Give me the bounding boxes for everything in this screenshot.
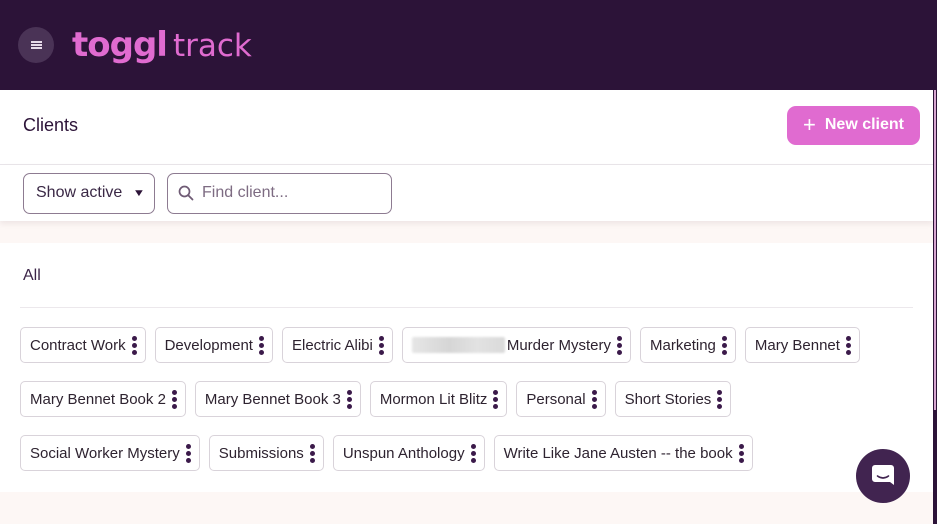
client-name: Mormon Lit Blitz	[379, 390, 488, 408]
more-options-icon[interactable]	[346, 389, 353, 409]
more-options-icon[interactable]	[845, 335, 852, 355]
client-chip[interactable]: Murder Mystery	[401, 327, 632, 363]
client-name: Mary Bennet Book 3	[204, 390, 341, 408]
clients-panel: All Contract Work Development Electric Ali…	[0, 243, 933, 492]
filter-bar: Show active ▼	[0, 165, 933, 221]
more-options-icon[interactable]	[591, 389, 598, 409]
client-name: Social Worker Mystery	[30, 444, 180, 462]
client-chip[interactable]: Electric Alibi	[281, 327, 393, 363]
client-chip[interactable]: Mary Bennet Book 3	[194, 381, 361, 417]
more-options-icon[interactable]	[717, 389, 723, 409]
client-name: Unspun Anthology	[342, 444, 465, 462]
client-name: Contract Work	[30, 336, 126, 354]
menu-button[interactable]	[18, 27, 54, 63]
client-chip[interactable]: Mary Bennet Book 2	[20, 381, 186, 417]
client-name: Marketing	[650, 336, 716, 354]
page-header: Clients + New client	[0, 90, 933, 165]
client-name: Submissions	[218, 444, 304, 462]
more-options-icon[interactable]	[309, 443, 316, 463]
more-options-icon[interactable]	[738, 443, 745, 463]
client-chip[interactable]: Mary Bennet	[744, 327, 860, 363]
more-options-icon[interactable]	[131, 335, 138, 355]
client-name: Mary Bennet	[754, 336, 840, 354]
more-options-icon[interactable]	[721, 335, 728, 355]
top-bar: toggl track	[0, 0, 933, 90]
more-options-icon[interactable]	[378, 335, 385, 355]
client-name: Write Like Jane Austen -- the book	[503, 444, 733, 462]
redacted-text	[411, 337, 505, 353]
client-chip[interactable]: Mormon Lit Blitz	[369, 381, 508, 417]
client-name: Mary Bennet Book 2	[30, 390, 166, 408]
scrollbar-thumb[interactable]	[934, 90, 936, 410]
plus-icon: +	[803, 112, 816, 137]
section-label: All	[23, 267, 41, 284]
client-chip[interactable]: Development	[154, 327, 273, 363]
client-chip[interactable]: Submissions	[208, 435, 324, 471]
client-chip[interactable]: Write Like Jane Austen -- the book	[493, 435, 753, 471]
client-name: Murder Mystery	[506, 336, 612, 354]
client-chip[interactable]: Marketing	[640, 327, 736, 363]
client-chip[interactable]: Short Stories	[614, 381, 732, 417]
page-title: Clients	[23, 115, 79, 135]
client-name: Electric Alibi	[291, 336, 373, 354]
chat-bubble-icon	[872, 465, 894, 485]
client-name: Short Stories	[624, 390, 712, 408]
more-options-icon[interactable]	[258, 335, 265, 355]
status-filter-select[interactable]: Show active ▼	[23, 172, 155, 214]
client-chip[interactable]: Contract Work	[20, 327, 146, 363]
chevron-down-icon: ▼	[132, 187, 146, 199]
more-options-icon[interactable]	[493, 389, 499, 409]
new-client-label: New client	[824, 116, 904, 133]
new-client-button[interactable]: + New client	[787, 105, 920, 145]
more-options-icon[interactable]	[185, 443, 192, 463]
client-list: Contract Work Development Electric Alibi Mu…	[20, 308, 920, 489]
scrollbar[interactable]	[933, 0, 937, 524]
client-chip[interactable]: Unspun Anthology	[332, 435, 485, 471]
logo-bold-text: toggl	[72, 25, 168, 65]
client-chip[interactable]: Personal	[516, 381, 606, 417]
status-filter-value: Show active	[36, 184, 123, 201]
client-search[interactable]	[167, 172, 392, 214]
logo-light-text: track	[172, 28, 252, 64]
client-name: Development	[164, 336, 253, 354]
more-options-icon[interactable]	[171, 389, 178, 409]
client-name: Personal	[526, 390, 586, 408]
more-options-icon[interactable]	[470, 443, 477, 463]
toggl-track-logo[interactable]: toggl track	[72, 25, 252, 65]
search-icon	[178, 185, 194, 201]
chat-button[interactable]	[856, 449, 910, 503]
hamburger-icon	[30, 41, 42, 49]
more-options-icon[interactable]	[617, 335, 623, 355]
client-search-input[interactable]	[202, 184, 382, 202]
page: toggl track Clients + New client Show ac…	[0, 0, 933, 524]
client-chip[interactable]: Social Worker Mystery	[20, 435, 200, 471]
